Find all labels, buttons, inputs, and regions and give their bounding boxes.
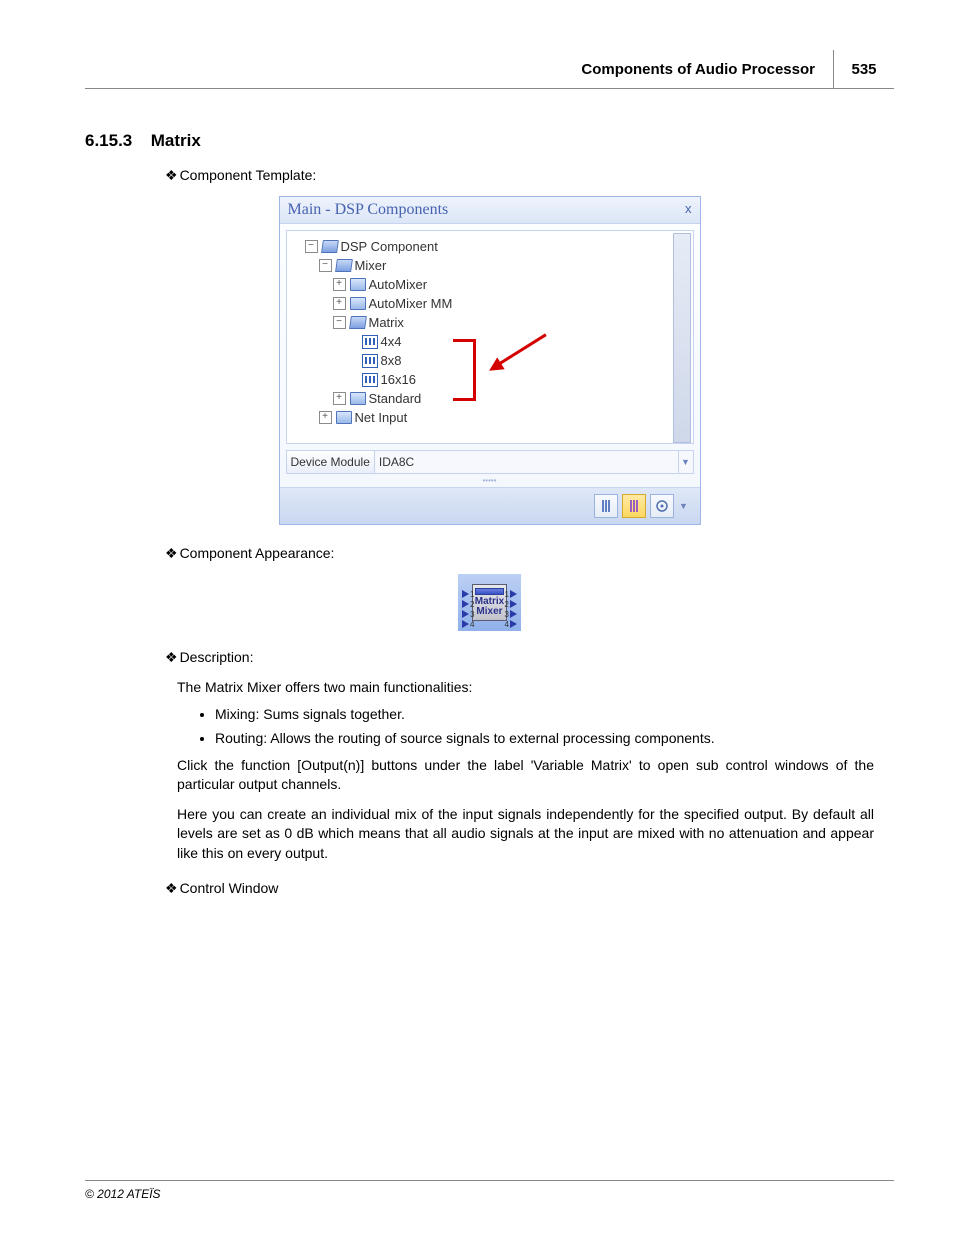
pin-icon: [462, 590, 469, 598]
device-module-label: Device Module: [287, 451, 375, 473]
list-item: Routing: Allows the routing of source si…: [215, 730, 894, 746]
output-pins: 1 2 3 4: [503, 589, 517, 629]
pin-icon: [462, 610, 469, 618]
matrix-icon: [362, 373, 378, 387]
expand-icon[interactable]: +: [333, 297, 346, 310]
page-number: 535: [833, 50, 894, 88]
pin-icon: [510, 610, 517, 618]
device-module-selector[interactable]: Device Module IDA8C ▼: [286, 450, 694, 474]
scroll-thumb[interactable]: [674, 276, 690, 308]
tree-node-standard[interactable]: + Standard: [333, 389, 689, 408]
tree-label: Standard: [369, 391, 422, 406]
pin-icon: [510, 620, 517, 628]
window-toolbar: ▼: [280, 487, 700, 524]
component-appearance-label: Component Appearance:: [165, 545, 894, 562]
folder-closed-icon: [350, 392, 366, 405]
chevron-down-icon[interactable]: ▼: [678, 451, 693, 473]
tree-label: 16x16: [381, 372, 416, 387]
section-number: 6.15.3: [85, 131, 132, 150]
folder-closed-icon: [350, 278, 366, 291]
tree-node-automixer-mm[interactable]: + AutoMixer MM: [333, 294, 689, 313]
tree-label: AutoMixer MM: [369, 296, 453, 311]
matrix-icon: [362, 354, 378, 368]
window-titlebar: Main - DSP Components x: [280, 197, 700, 224]
view-settings-button[interactable]: [650, 494, 674, 518]
window-title: Main - DSP Components: [288, 201, 449, 219]
view-list-button[interactable]: [594, 494, 618, 518]
tree-label: Matrix: [369, 315, 404, 330]
device-module-value: IDA8C: [375, 455, 678, 469]
control-window-label: Control Window: [165, 880, 894, 897]
tree-area: ▲ ▼ −DSP Component −Mixer +AutoMixer +Au…: [286, 230, 694, 444]
tree-node-matrix[interactable]: − Matrix: [333, 313, 689, 332]
matrix-icon: [362, 335, 378, 349]
folder-open-icon: [322, 240, 338, 253]
chevron-down-icon[interactable]: ▼: [678, 501, 690, 511]
folder-closed-icon: [350, 297, 366, 310]
pin-icon: [462, 600, 469, 608]
description-paragraph: Here you can create an individual mix of…: [177, 805, 874, 864]
annotation-arrow-icon: [485, 331, 555, 371]
tree-label: 8x8: [381, 353, 402, 368]
dsp-components-window: Main - DSP Components x ▲ ▼ −DSP Compone…: [279, 196, 701, 525]
copyright: © 2012 ATEÏS: [85, 1187, 161, 1201]
component-appearance-figure: 1 2 3 4 Matrix Mixer 1 2 3 4: [85, 574, 894, 631]
scroll-up-icon[interactable]: ▲: [674, 234, 690, 250]
component-template-label: Component Template:: [165, 167, 894, 184]
header-title: Components of Audio Processor: [581, 61, 815, 78]
tree-node-automixer[interactable]: + AutoMixer: [333, 275, 689, 294]
description-intro: The Matrix Mixer offers two main functio…: [177, 678, 874, 698]
pin-icon: [510, 590, 517, 598]
tree-node-net-input[interactable]: + Net Input: [319, 408, 689, 427]
expand-icon[interactable]: +: [319, 411, 332, 424]
list-item: Mixing: Sums signals together.: [215, 706, 894, 722]
description-label: Description:: [165, 649, 894, 666]
scroll-down-icon[interactable]: ▼: [674, 424, 690, 440]
expand-icon[interactable]: +: [333, 392, 346, 405]
tree-node-mixer[interactable]: − Mixer: [319, 256, 689, 275]
collapse-icon[interactable]: −: [319, 259, 332, 272]
description-paragraph: Click the function [Output(n)] buttons u…: [177, 756, 874, 795]
folder-open-icon: [350, 316, 366, 329]
folder-open-icon: [336, 259, 352, 272]
chip-label-line2: Mixer: [475, 607, 504, 617]
input-pins: 1 2 3 4: [462, 589, 476, 629]
view-grid-button[interactable]: [622, 494, 646, 518]
tree-leaf-16x16[interactable]: 16x16: [347, 370, 689, 389]
close-icon[interactable]: x: [685, 201, 692, 219]
collapse-icon[interactable]: −: [333, 316, 346, 329]
page-footer: © 2012 ATEÏS: [85, 1180, 894, 1201]
collapse-icon[interactable]: −: [305, 240, 318, 253]
tree-label: DSP Component: [341, 239, 438, 254]
tree-label: AutoMixer: [369, 277, 428, 292]
folder-closed-icon: [336, 411, 352, 424]
expand-icon[interactable]: +: [333, 278, 346, 291]
section-heading: 6.15.3 Matrix: [85, 131, 894, 151]
matrix-mixer-chip: 1 2 3 4 Matrix Mixer 1 2 3 4: [472, 584, 507, 621]
tree-node-root[interactable]: − DSP Component: [305, 237, 689, 256]
page-header: Components of Audio Processor 535: [85, 50, 894, 89]
annotation-bracket: [453, 339, 476, 401]
tree-label: 4x4: [381, 334, 402, 349]
tree-label: Mixer: [355, 258, 387, 273]
pin-icon: [462, 620, 469, 628]
tree-label: Net Input: [355, 410, 408, 425]
section-title: Matrix: [151, 131, 201, 150]
pin-icon: [510, 600, 517, 608]
